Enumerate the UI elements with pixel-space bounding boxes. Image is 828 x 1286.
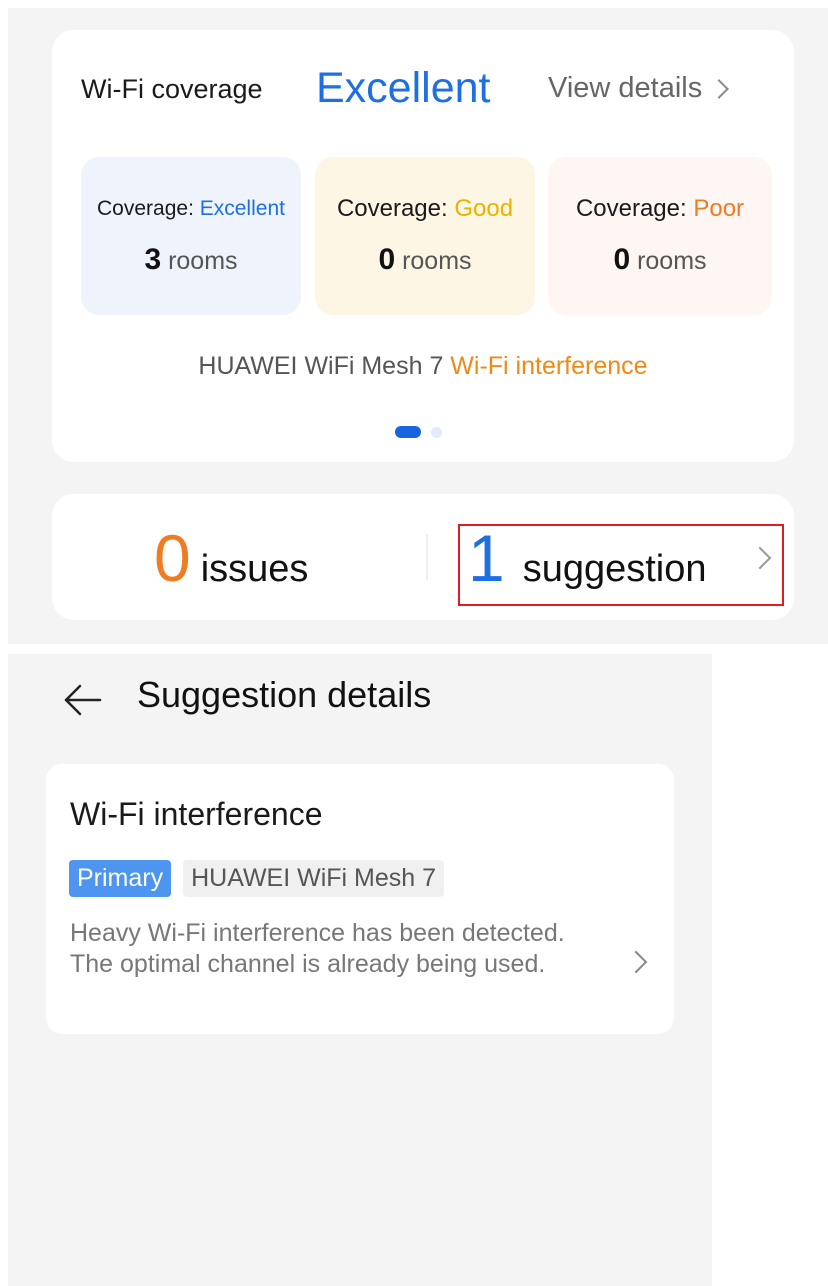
back-arrow-icon[interactable] — [60, 678, 104, 722]
issues-count: 0 — [154, 521, 191, 595]
room-count: 0 rooms — [613, 243, 707, 276]
coverage-box-label: Coverage: Poor — [575, 195, 745, 222]
page-dot — [431, 426, 442, 438]
device-name: HUAWEI WiFi Mesh 7 — [198, 352, 444, 380]
primary-tag: Primary — [69, 860, 172, 897]
coverage-status: Excellent — [316, 64, 491, 112]
issues-summary[interactable]: 0 issues — [154, 520, 308, 596]
network-overview-panel: Wi-Fi coverage Excellent View details Co… — [8, 8, 828, 644]
coverage-box-label: Coverage: Good — [336, 195, 514, 222]
suggestion-tags: Primary HUAWEI WiFi Mesh 7 — [69, 860, 445, 897]
device-warning: Wi-Fi interference — [450, 352, 648, 380]
suggestion-label: suggestion — [522, 548, 707, 590]
divider — [426, 534, 428, 580]
suggestion-count: 1 — [468, 521, 505, 595]
suggestion-title: Wi-Fi interference — [70, 796, 323, 832]
chevron-right-icon — [624, 950, 648, 974]
coverage-title: Wi-Fi coverage — [81, 74, 263, 104]
device-tag: HUAWEI WiFi Mesh 7 — [183, 860, 445, 897]
wifi-coverage-card: Wi-Fi coverage Excellent View details Co… — [52, 30, 794, 462]
suggestion-button[interactable]: 1 suggestion — [458, 521, 784, 606]
coverage-box-poor[interactable]: Coverage: Poor 0 rooms — [548, 157, 772, 315]
coverage-box-excellent[interactable]: Coverage: Excellent 3 rooms — [81, 157, 301, 315]
chevron-right-icon — [748, 546, 772, 570]
coverage-level: Poor — [693, 195, 745, 222]
page-title: Suggestion details — [137, 674, 432, 715]
suggestion-details-screen: Suggestion details Wi-Fi interference Pr… — [8, 654, 712, 1286]
coverage-level: Good — [454, 195, 514, 222]
view-details-label: View details — [548, 72, 703, 104]
page-dot-active — [395, 426, 421, 438]
issues-summary-card: 0 issues 1 suggestion — [52, 494, 794, 620]
suggestion-description: Heavy Wi-Fi interference has been detect… — [70, 919, 565, 978]
room-count: 0 rooms — [378, 243, 472, 276]
room-count: 3 rooms — [144, 243, 238, 276]
chevron-right-icon — [709, 78, 730, 99]
suggestion-card[interactable]: Wi-Fi interference Primary HUAWEI WiFi M… — [46, 764, 674, 1034]
device-status-line: HUAWEI WiFi Mesh 7 Wi-Fi interference — [52, 352, 794, 381]
view-details-link[interactable]: View details — [548, 72, 730, 105]
coverage-level: Excellent — [199, 197, 285, 220]
coverage-box-good[interactable]: Coverage: Good 0 rooms — [315, 157, 535, 315]
page-indicator — [395, 426, 442, 438]
issues-label: issues — [200, 548, 309, 590]
coverage-box-label: Coverage: Excellent — [97, 197, 285, 220]
